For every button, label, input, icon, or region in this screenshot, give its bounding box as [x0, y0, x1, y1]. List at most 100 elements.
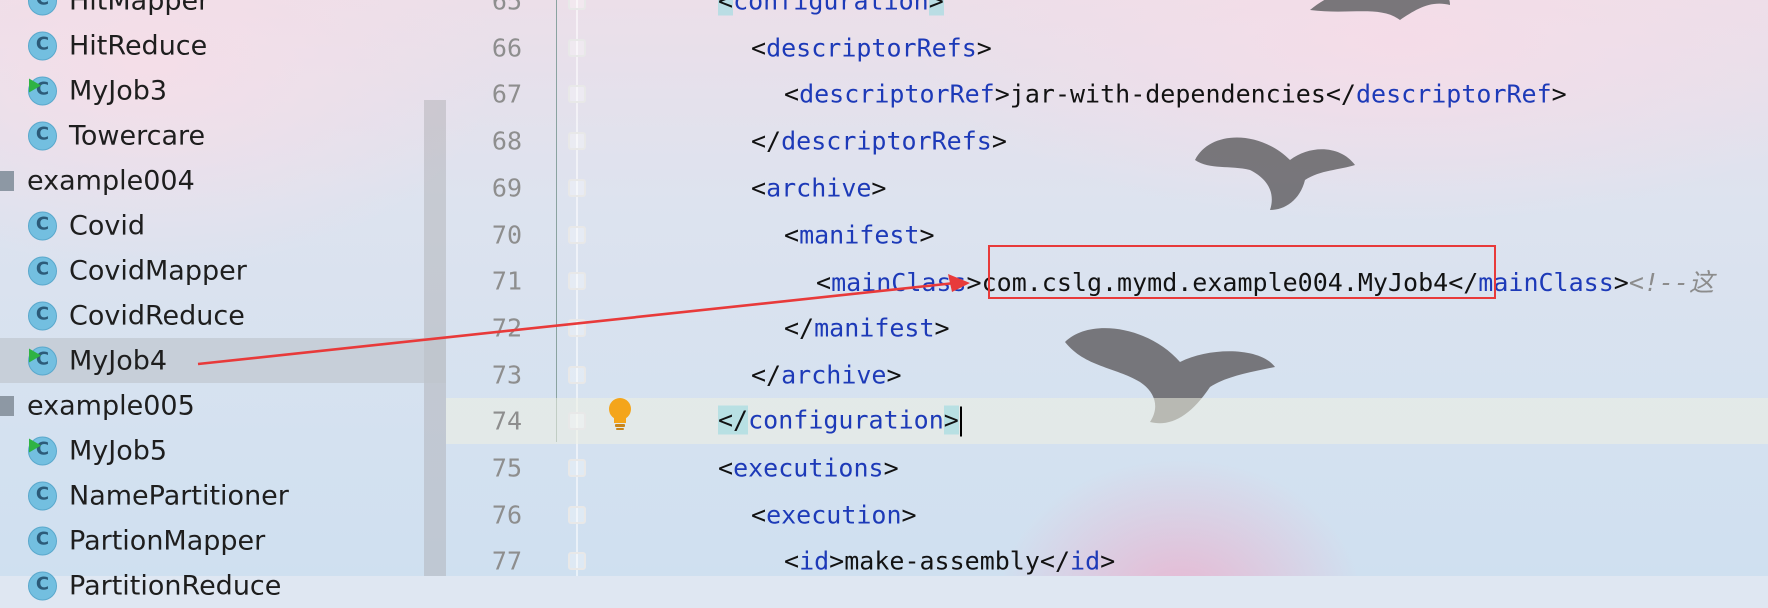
fold-marker-icon[interactable] [568, 132, 586, 151]
xml-bracket: > [919, 220, 935, 249]
tree-class-row[interactable]: C PartitionReduce [0, 563, 446, 608]
xml-bracket: < [784, 79, 800, 109]
tree-class-label: PartitionReduce [69, 570, 282, 601]
tree-class-label: MyJob3 [69, 75, 168, 106]
xml-bracket: </ [751, 360, 782, 390]
xml-tag-name: archive [781, 360, 887, 390]
run-badge-icon [29, 78, 41, 92]
code-line[interactable]: 74 </configuration> [446, 398, 1768, 445]
code-text: <id>make-assembly</id> [784, 547, 1115, 576]
xml-tag-name: descriptorRefs [766, 33, 977, 63]
class-icon: C [28, 121, 57, 150]
tree-class-label: HitReduce [69, 30, 208, 61]
xml-bracket: < [784, 220, 800, 249]
class-icon: C [28, 256, 57, 285]
runnable-class-icon: C [28, 436, 57, 465]
xml-bracket: > [1551, 79, 1567, 109]
code-line[interactable]: 69 <archive> [446, 165, 1768, 211]
xml-bracket: < [816, 268, 832, 298]
tree-class-label: Towercare [69, 120, 206, 151]
tree-class-row[interactable]: C PartionMapper [0, 518, 446, 563]
tree-class-row[interactable]: C HitMapper [0, 0, 446, 23]
class-icon: C [28, 0, 57, 15]
tree-class-row[interactable]: C MyJob5 [0, 428, 446, 473]
xml-bracket: < [718, 0, 734, 16]
fold-marker-icon[interactable] [568, 412, 586, 431]
code-text: <executions> [718, 454, 899, 483]
class-icon: C [28, 301, 57, 330]
tree-package-row[interactable]: example004 [0, 158, 446, 203]
class-icon: C [28, 571, 57, 600]
xml-tag-name: id [799, 546, 830, 576]
tree-class-row[interactable]: C NamePartitioner [0, 473, 446, 518]
line-number: 73 [491, 360, 522, 390]
xml-bracket: > [994, 79, 1010, 109]
fold-marker-icon[interactable] [568, 85, 586, 104]
fold-marker-icon[interactable] [568, 459, 586, 477]
class-icon: C [28, 211, 57, 240]
tree-class-row[interactable]: C CovidMapper [0, 248, 446, 293]
fold-marker-icon[interactable] [568, 318, 586, 337]
tree-class-row[interactable]: C MyJob4 [0, 338, 446, 383]
fold-marker-icon[interactable] [568, 225, 586, 244]
code-line[interactable]: 65 <configuration> [446, 0, 1768, 24]
code-text: <execution> [751, 500, 917, 529]
tree-class-label: HitMapper [69, 0, 210, 16]
line-number: 76 [491, 500, 522, 530]
fold-marker-icon[interactable] [568, 365, 586, 384]
xml-tag-name: executions [733, 453, 884, 483]
fold-marker-icon[interactable] [568, 178, 586, 197]
code-text: <manifest> [784, 220, 935, 249]
xml-tag-name: manifest [799, 220, 920, 249]
code-line[interactable]: 75 <executions> [446, 445, 1768, 491]
class-icon-letter: C [35, 303, 50, 324]
xml-bracket: > [934, 313, 950, 343]
tree-package-label: example005 [27, 390, 195, 421]
fold-marker-icon[interactable] [568, 272, 586, 291]
line-number: 65 [491, 0, 522, 16]
fold-marker-icon[interactable] [568, 38, 586, 57]
fold-marker-icon[interactable] [568, 552, 586, 571]
class-icon-letter: C [35, 528, 50, 549]
xml-tag-name: configuration [733, 0, 929, 16]
line-number: 69 [491, 173, 522, 203]
tree-class-row[interactable]: C Covid [0, 203, 446, 248]
xml-bracket: > [991, 126, 1007, 156]
xml-tag-name: archive [766, 173, 872, 203]
tree-package-label: example004 [27, 165, 195, 196]
tree-class-label: CovidReduce [69, 300, 245, 331]
lightbulb-icon[interactable] [608, 397, 632, 431]
tree-class-row[interactable]: C CovidReduce [0, 293, 446, 338]
fold-marker-icon[interactable] [568, 505, 586, 524]
tree-class-row[interactable]: C HitReduce [0, 23, 446, 68]
xml-bracket: > [928, 0, 944, 16]
tree-class-row[interactable]: C Towercare [0, 113, 446, 158]
tree-package-row[interactable]: example005 [0, 383, 446, 428]
tree-class-row[interactable]: C MyJob3 [0, 68, 446, 113]
code-line[interactable]: 68 </descriptorRefs> [446, 118, 1768, 164]
code-line[interactable]: 76 <execution> [446, 492, 1768, 538]
code-line[interactable]: 77 <id>make-assembly</id> [446, 538, 1768, 584]
code-line[interactable]: 72 </manifest> [446, 305, 1768, 351]
code-line[interactable]: 67 <descriptorRef>jar-with-dependencies</… [446, 71, 1768, 117]
fold-marker-icon[interactable] [568, 0, 586, 10]
tree-class-label: CovidMapper [69, 255, 247, 286]
class-icon-letter: C [35, 213, 50, 234]
xml-bracket: </ [751, 126, 782, 156]
tree-class-label: NamePartitioner [69, 480, 289, 511]
code-text: <descriptorRefs> [751, 33, 992, 62]
package-folder-icon [0, 170, 14, 191]
xml-bracket: > [886, 360, 902, 390]
line-number: 74 [491, 406, 522, 436]
code-line[interactable]: 66 <descriptorRefs> [446, 25, 1768, 71]
class-icon-letter: C [35, 483, 50, 504]
code-line[interactable]: 73 </archive> [446, 352, 1768, 398]
xml-tag-name: mainClass [1478, 268, 1614, 298]
xml-bracket: > [1613, 268, 1629, 298]
xml-bracket: </ [718, 405, 749, 435]
xml-bracket: </ [1039, 546, 1071, 576]
class-icon: C [28, 481, 57, 510]
line-number: 67 [491, 79, 522, 109]
tree-class-label: MyJob4 [69, 345, 168, 376]
package-folder-icon [0, 395, 14, 416]
